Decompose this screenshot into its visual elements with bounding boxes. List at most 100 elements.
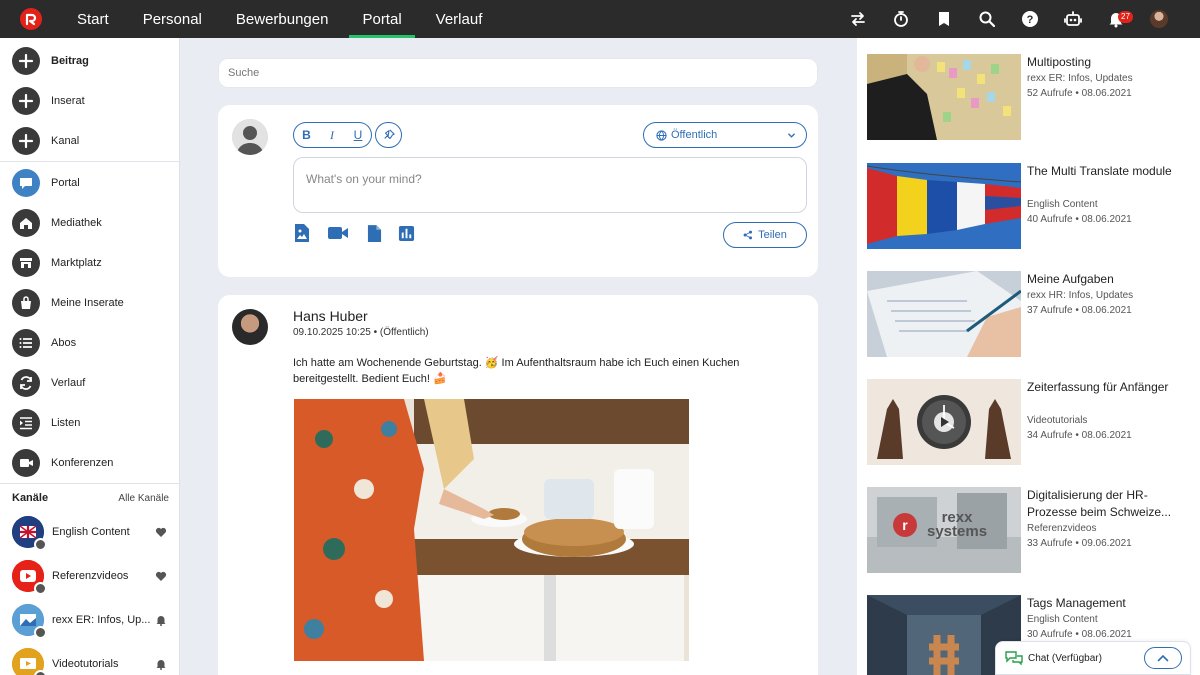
channel-item-videotutorials[interactable]: Videotutorials (0, 642, 179, 675)
create-listing-button[interactable]: Inserat (0, 81, 179, 121)
channel-item-english-content[interactable]: English Content (0, 510, 179, 554)
plus-icon (12, 127, 40, 155)
image-upload-icon[interactable] (292, 223, 312, 243)
main-feed: B I U Öffentlich Teilen Hans Hube (180, 38, 857, 675)
share-button[interactable]: Teilen (723, 222, 807, 248)
sidebar-item-marktplatz[interactable]: Marktplatz (0, 243, 179, 283)
video-channel: rexx ER: Infos, Updates (1027, 73, 1133, 84)
sidebar-item-label: Mediathek (51, 217, 102, 229)
pin-icon (383, 129, 395, 139)
chat-widget[interactable]: Chat (Verfügbar) (995, 641, 1191, 675)
nav-tab-verlauf[interactable]: Verlauf (419, 0, 500, 38)
svg-text:?: ? (1026, 14, 1033, 26)
author-avatar[interactable] (232, 309, 268, 345)
sidebar-item-label: Abos (51, 337, 77, 349)
underline-button[interactable]: U (345, 122, 372, 148)
nav-tab-portal[interactable]: Portal (345, 0, 418, 38)
bot-icon[interactable] (1051, 0, 1094, 38)
video-thumbnail (867, 54, 1021, 140)
nav-tab-label: Start (77, 10, 109, 28)
create-post-button[interactable]: Beitrag (0, 41, 179, 81)
nav-tab-label: Portal (362, 10, 402, 28)
sidebar-item-label: Konferenzen (51, 457, 114, 469)
youtube-icon (12, 560, 47, 595)
video-card[interactable]: Meine Aufgaben rexx HR: Infos, Updates 3… (867, 271, 1197, 359)
video-channel: English Content (1027, 199, 1098, 210)
channel-item-rexx-er[interactable]: rexx ER: Infos, Up... (0, 598, 179, 642)
bookmark-icon[interactable] (922, 0, 965, 38)
post-meta: 09.10.2025 10:25 • (Öffentlich) (293, 327, 429, 338)
logo-mark-icon (25, 13, 37, 26)
sidebar-item-listen[interactable]: Listen (0, 403, 179, 443)
post-author[interactable]: Hans Huber (293, 308, 368, 324)
user-avatar[interactable] (1137, 0, 1180, 38)
document-upload-icon[interactable] (364, 223, 384, 243)
post-composer: B I U Öffentlich Teilen (218, 105, 818, 277)
post-card: Hans Huber 09.10.2025 10:25 • (Öffentlic… (218, 295, 818, 675)
bell-icon[interactable] (155, 658, 167, 670)
stopwatch-icon[interactable] (879, 0, 922, 38)
all-channels-link[interactable]: Alle Kanäle (118, 493, 169, 504)
channel-label: rexx ER: Infos, Up... (52, 614, 151, 626)
chat-expand-button[interactable] (1144, 647, 1182, 669)
sidebar-item-portal[interactable]: Portal (0, 163, 179, 203)
sidebar-item-abos[interactable]: Abos (0, 323, 179, 363)
sidebar-item-label: Listen (51, 417, 81, 429)
channel-label: English Content (52, 526, 130, 538)
bold-button[interactable]: B (293, 122, 320, 148)
post-image[interactable] (294, 399, 689, 661)
switch-icon[interactable] (836, 0, 879, 38)
help-icon[interactable]: ? (1008, 0, 1051, 38)
video-card[interactable]: Multiposting rexx ER: Infos, Updates 52 … (867, 54, 1197, 142)
nav-tab-personal[interactable]: Personal (126, 0, 219, 38)
heart-icon[interactable] (155, 526, 167, 538)
thumbnail-brand-text: rexx systems (927, 509, 988, 540)
video-channel: Videotutorials (1027, 415, 1088, 426)
nav-tab-label: Verlauf (435, 10, 483, 28)
video-stats: 33 Aufrufe • 09.06.2021 (1027, 538, 1132, 549)
video-title: Multiposting (1027, 55, 1092, 69)
sidebar-item-konferenzen[interactable]: Konferenzen (0, 443, 179, 483)
post-text-input[interactable] (293, 157, 807, 213)
italic-button[interactable]: I (319, 122, 346, 148)
sidebar-item-mediathek[interactable]: Mediathek (0, 203, 179, 243)
video-card[interactable]: Zeiterfassung für Anfänger Videotutorial… (867, 379, 1197, 467)
video-stats: 37 Aufrufe • 08.06.2021 (1027, 305, 1132, 316)
chat-label: Chat (Verfügbar) (1028, 652, 1102, 664)
sidebar-item-label: Kanal (51, 135, 80, 147)
search-icon[interactable] (965, 0, 1008, 38)
top-navigation: Start Personal Bewerbungen Portal Verlau… (0, 0, 1200, 38)
video-channel: English Content (1027, 614, 1098, 625)
search-bar[interactable] (218, 58, 818, 88)
create-channel-button[interactable]: Kanal (0, 121, 179, 161)
sidebar-item-verlauf[interactable]: Verlauf (0, 363, 179, 403)
bell-icon[interactable] (155, 614, 167, 626)
rexx-logo[interactable] (20, 8, 42, 30)
visibility-select[interactable]: Öffentlich (643, 122, 807, 148)
sidebar-item-meine-inserate[interactable]: Meine Inserate (0, 283, 179, 323)
sidebar-item-label: Inserat (51, 95, 85, 107)
home-icon (12, 209, 40, 237)
notification-count-badge: 27 (1118, 11, 1133, 23)
video-rail: Multiposting rexx ER: Infos, Updates 52 … (857, 38, 1200, 675)
nav-tab-bewerbungen[interactable]: Bewerbungen (219, 0, 346, 38)
pin-button[interactable] (375, 122, 402, 148)
video-card[interactable]: r rexx systems Digitalisierung der HR-Pr… (867, 487, 1197, 575)
store-icon (12, 249, 40, 277)
channel-icon (12, 604, 47, 639)
channels-header: Kanäle Alle Kanäle (0, 484, 179, 510)
left-sidebar: Beitrag Inserat Kanal Portal Mediathek M… (0, 38, 180, 675)
video-card[interactable]: The Multi Translate module English Conte… (867, 163, 1197, 251)
globe-icon (34, 626, 47, 639)
notification-bell-icon[interactable]: 27 (1094, 0, 1137, 38)
share-label: Teilen (758, 229, 787, 241)
heart-icon[interactable] (155, 570, 167, 582)
video-upload-icon[interactable] (326, 223, 350, 243)
channel-label: Referenzvideos (52, 570, 129, 582)
poll-icon[interactable] (396, 223, 416, 243)
svg-text:r: r (902, 517, 908, 533)
channel-item-referenzvideos[interactable]: Referenzvideos (0, 554, 179, 598)
refresh-icon (12, 369, 40, 397)
search-input[interactable] (228, 67, 817, 79)
nav-tab-start[interactable]: Start (60, 0, 126, 38)
